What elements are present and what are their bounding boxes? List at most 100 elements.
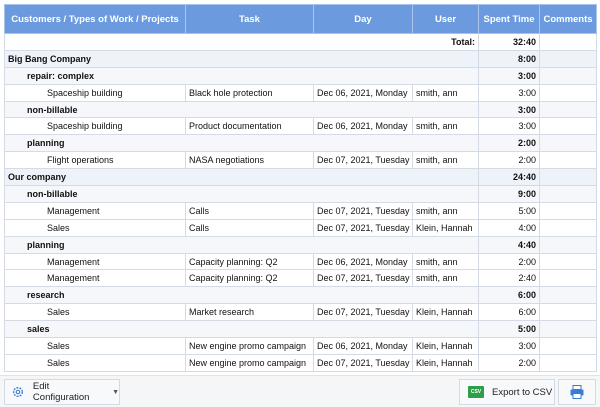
row-task: Calls (185, 201, 314, 220)
edit-configuration-label: Edit Configuration (32, 381, 90, 403)
row-project: Sales (4, 337, 186, 355)
row-spent-time: 3:00 (478, 337, 540, 355)
row-project: Flight operations (4, 151, 186, 170)
customer-group-row: Our company 24:40 (4, 168, 597, 187)
row-day: Dec 07, 2021, Tuesday (313, 303, 413, 322)
row-user: Klein, Hannah (412, 353, 479, 372)
table-row: Sales New engine promo campaign Dec 07, 20… (4, 353, 597, 372)
group-comments (539, 100, 597, 119)
group-spent-time: 3:00 (478, 66, 540, 85)
group-comments (539, 286, 597, 305)
column-header-user[interactable]: User (412, 4, 479, 34)
row-task: New engine promo campaign (185, 353, 314, 372)
row-spent-time: 2:40 (478, 269, 540, 288)
column-header-comments[interactable]: Comments (539, 4, 597, 34)
edit-configuration-button[interactable]: Edit Configuration ▼ (4, 379, 120, 405)
work-type-group-row: repair: complex 3:00 (4, 66, 597, 85)
row-day: Dec 07, 2021, Tuesday (313, 201, 413, 220)
row-day: Dec 06, 2021, Monday (313, 337, 413, 355)
row-task: Black hole protection (185, 83, 314, 102)
table-row: Spaceship building Black hole protection D… (4, 83, 597, 102)
row-day: Dec 07, 2021, Tuesday (313, 151, 413, 170)
column-header-task[interactable]: Task (185, 4, 314, 34)
row-task: Capacity planning: Q2 (185, 269, 314, 288)
total-label: Total: (4, 33, 479, 51)
table-row: Sales New engine promo campaign Dec 06, 20… (4, 337, 597, 355)
total-comments (539, 33, 597, 51)
table-row: Sales Calls Dec 07, 2021, Tuesday Klein, Ha… (4, 218, 597, 237)
row-project: Spaceship building (4, 83, 186, 102)
work-type-group-row: non-billable 3:00 (4, 100, 597, 119)
row-task: Product documentation (185, 117, 314, 136)
group-spent-time: 6:00 (478, 286, 540, 305)
work-type-group-row: planning 4:40 (4, 235, 597, 254)
row-project: Sales (4, 218, 186, 237)
row-comments (539, 353, 597, 372)
row-comments (539, 218, 597, 237)
row-comments (539, 83, 597, 102)
table-row: Spaceship building Product documentation D… (4, 117, 597, 136)
group-comments (539, 134, 597, 153)
row-task: NASA negotiations (185, 151, 314, 170)
row-project: Management (4, 201, 186, 220)
export-csv-button[interactable]: CSV Export to CSV (459, 379, 555, 405)
group-spent-time: 24:40 (478, 168, 540, 187)
work-type-group-row: non-billable 9:00 (4, 185, 597, 203)
row-task: Calls (185, 218, 314, 237)
caret-down-icon: ▼ (112, 388, 119, 396)
row-spent-time: 6:00 (478, 303, 540, 322)
row-comments (539, 151, 597, 170)
row-comments (539, 252, 597, 271)
column-header-day[interactable]: Day (313, 4, 413, 34)
group-comments (539, 168, 597, 187)
work-type-name: planning (4, 235, 479, 254)
group-comments (539, 49, 597, 68)
row-spent-time: 2:00 (478, 151, 540, 170)
row-comments (539, 269, 597, 288)
row-comments (539, 337, 597, 355)
print-button[interactable] (558, 379, 596, 405)
row-project: Sales (4, 303, 186, 322)
row-day: Dec 06, 2021, Monday (313, 117, 413, 136)
row-day: Dec 07, 2021, Tuesday (313, 218, 413, 237)
customer-name: Big Bang Company (4, 49, 479, 68)
row-project: Management (4, 252, 186, 271)
row-user: smith, ann (412, 252, 479, 271)
row-user: Klein, Hannah (412, 218, 479, 237)
group-spent-time: 3:00 (478, 100, 540, 119)
row-spent-time: 3:00 (478, 117, 540, 136)
column-header-spent-time[interactable]: Spent Time (478, 4, 540, 34)
group-spent-time: 9:00 (478, 185, 540, 203)
work-type-group-row: sales 5:00 (4, 320, 597, 339)
row-spent-time: 3:00 (478, 83, 540, 102)
row-day: Dec 06, 2021, Monday (313, 83, 413, 102)
group-comments (539, 320, 597, 339)
work-type-group-row: research 6:00 (4, 286, 597, 305)
table-row: Management Calls Dec 07, 2021, Tuesday smit… (4, 201, 597, 220)
column-header-projects[interactable]: Customers / Types of Work / Projects (4, 4, 186, 34)
work-type-name: research (4, 286, 479, 305)
work-type-group-row: planning 2:00 (4, 134, 597, 153)
csv-icon: CSV (468, 386, 484, 398)
report-table-container: Customers / Types of Work / Projects Tas… (4, 4, 597, 372)
work-type-name: planning (4, 134, 479, 153)
row-comments (539, 201, 597, 220)
table-row: Management Capacity planning: Q2 Dec 06, 2… (4, 252, 597, 271)
group-spent-time: 2:00 (478, 134, 540, 153)
row-spent-time: 2:00 (478, 252, 540, 271)
row-task: New engine promo campaign (185, 337, 314, 355)
row-spent-time: 2:00 (478, 353, 540, 372)
row-comments (539, 117, 597, 136)
row-user: smith, ann (412, 151, 479, 170)
row-project: Spaceship building (4, 117, 186, 136)
work-type-name: non-billable (4, 185, 479, 203)
group-comments (539, 66, 597, 85)
total-row: Total: 32:40 (4, 33, 597, 51)
row-user: Klein, Hannah (412, 337, 479, 355)
group-comments (539, 235, 597, 254)
bottom-toolbar: Edit Configuration ▼ CSV Export to CSV (0, 375, 600, 407)
row-user: smith, ann (412, 83, 479, 102)
customer-group-row: Big Bang Company 8:00 (4, 49, 597, 68)
row-comments (539, 303, 597, 322)
row-day: Dec 07, 2021, Tuesday (313, 353, 413, 372)
